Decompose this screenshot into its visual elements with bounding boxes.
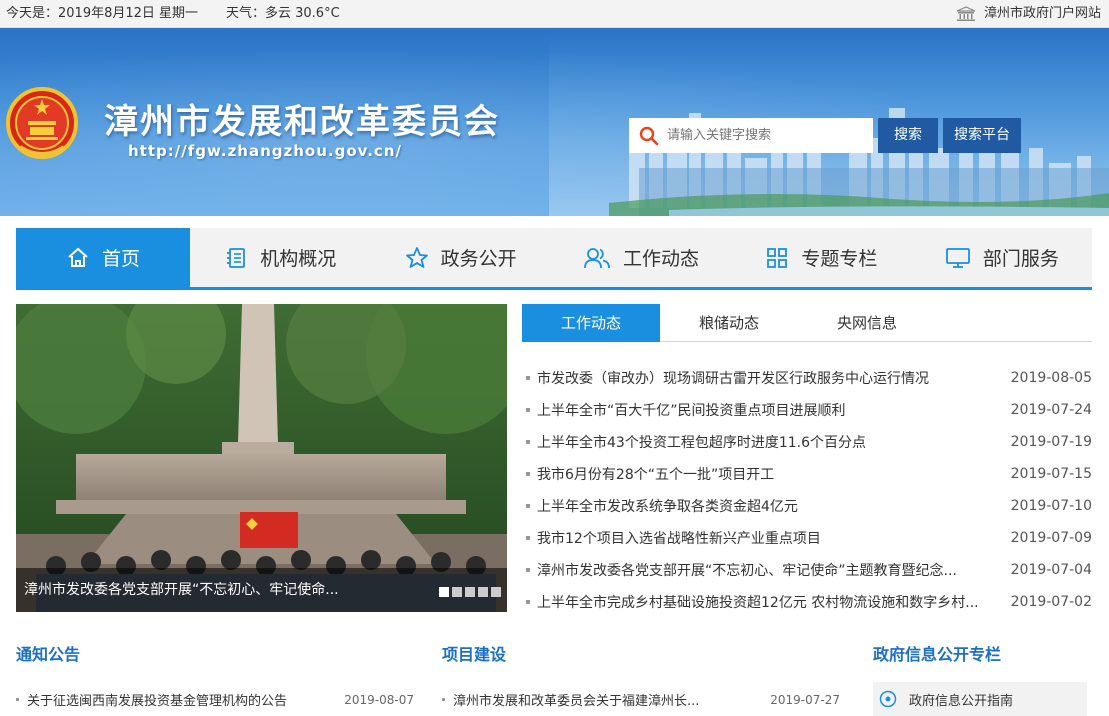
nav-government-affairs[interactable]: 政务公开 [370,228,550,287]
news-title-link[interactable]: 上半年全市发改系统争取各类资金超4亿元 [537,496,987,516]
nav-department-services[interactable]: 部门服务 [912,228,1092,287]
monitor-icon [945,247,970,268]
nav-home[interactable]: 首页 [16,228,190,287]
national-emblem-icon [6,87,78,159]
list-item: 上半年全市43个投资工程包超序时进度11.6个百分点 2019-07-19 [522,426,1092,458]
nav-organization[interactable]: 机构概况 [190,228,370,287]
nav-work-news-label: 工作动态 [623,248,700,270]
main-nav: 首页 机构概况 政务公开 工作动态 专题专栏 部门服务 [16,228,1092,290]
date-text: 今天是：2019年8月12日 星期一 [6,6,199,21]
tab-work-news[interactable]: 工作动态 [522,304,660,342]
news-title-link[interactable]: 我市12个项目入选省战略性新兴产业重点项目 [537,528,987,548]
portal-link[interactable]: 漳州市政府门户网站 [956,0,1101,28]
news-date: 2019-07-24 [1010,402,1092,418]
site-title: 漳州市发展和改革委员会 [104,102,500,142]
news-date: 2019-08-05 [1010,370,1092,386]
tab-grain-news[interactable]: 粮储动态 [660,304,798,342]
news-list: 市发改委（审改办）现场调研古雷开发区行政服务中心运行情况 2019-08-05 上… [522,362,1092,618]
slider-dots [436,587,501,597]
portal-link-label: 漳州市政府门户网站 [983,6,1101,21]
list-item: 市发改委（审改办）现场调研古雷开发区行政服务中心运行情况 2019-08-05 [522,362,1092,394]
home-icon [68,247,88,267]
document-list-icon [227,247,246,268]
nav-department-services-label: 部门服务 [982,248,1059,270]
search-button[interactable]: 搜索 [878,118,938,153]
slider-dot[interactable] [439,587,449,597]
news-title-link[interactable]: 市发改委（审改办）现场调研古雷开发区行政服务中心运行情况 [537,368,987,388]
nav-organization-label: 机构概况 [260,248,337,270]
slider-photo [16,304,507,612]
list-item: 漳州市发展和改革委员会关于福建漳州长... 2019-07-27 [442,690,840,709]
list-item: 关于征选闽西南发展投资基金管理机构的公告 2019-08-07 [16,690,414,709]
compass-icon [879,690,897,708]
search-box [629,118,873,153]
notices-title[interactable]: 通知公告 [16,641,80,665]
news-title-link[interactable]: 漳州市发改委各党支部开展“不忘初心、牢记使命”主题教育暨纪念... [537,560,987,580]
slider-dot[interactable] [452,587,462,597]
tab-central-news[interactable]: 央网信息 [798,304,936,342]
news-tabs: 工作动态 粮储动态 央网信息 [522,304,1092,342]
search-icon [639,126,659,145]
news-title-link[interactable]: 上半年全市“百大千亿”民间投资重点项目进展顺利 [537,400,987,420]
site-url: http://fgw.zhangzhou.gov.cn/ [128,142,402,160]
news-title-link[interactable]: 上半年全市完成乡村基础设施投资超12亿元 农村物流设施和数字乡村... [537,592,987,612]
list-item: 上半年全市发改系统争取各类资金超4亿元 2019-07-10 [522,490,1092,522]
nav-special-topics-label: 专题专栏 [801,248,878,270]
list-item: 上半年全市完成乡村基础设施投资超12亿元 农村物流设施和数字乡村... 2019-… [522,586,1092,618]
news-title-link[interactable]: 我市6月份有28个“五个一批”项目开工 [537,464,987,484]
notice-title-link[interactable]: 关于征选闽西南发展投资基金管理机构的公告 [27,690,287,709]
govinfo-guide-link[interactable]: 政府信息公开指南 [873,682,1087,716]
news-date: 2019-07-09 [1010,530,1092,546]
top-bar: 今天是：2019年8月12日 星期一 天气：多云 30.6°C 漳州市政府门户网… [0,0,1109,28]
search-platform-button[interactable]: 搜索平台 [943,118,1021,153]
project-title-link[interactable]: 漳州市发展和改革委员会关于福建漳州长... [453,690,699,709]
nav-work-news[interactable]: 工作动态 [551,228,731,287]
news-date: 2019-07-15 [1010,466,1092,482]
photo-slider[interactable]: 漳州市发改委各党支部开展“不忘初心、牢记使命... [16,304,507,612]
list-item: 我市12个项目入选省战略性新兴产业重点项目 2019-07-09 [522,522,1092,554]
news-date: 2019-07-02 [1010,594,1092,610]
weather-text: 天气：多云 30.6°C [226,6,340,21]
search-input[interactable] [667,120,862,151]
list-item: 上半年全市“百大千亿”民间投资重点项目进展顺利 2019-07-24 [522,394,1092,426]
list-item: 我市6月份有28个“五个一批”项目开工 2019-07-15 [522,458,1092,490]
govinfo-guide-label: 政府信息公开指南 [909,693,1014,709]
news-title-link[interactable]: 上半年全市43个投资工程包超序时进度11.6个百分点 [537,432,987,452]
notice-date: 2019-08-07 [344,692,414,707]
government-building-icon [956,6,976,21]
grid-icon [767,247,788,268]
star-icon [405,246,428,268]
nav-home-label: 首页 [101,248,140,270]
slider-dot[interactable] [478,587,488,597]
govinfo-title[interactable]: 政府信息公开专栏 [873,641,1001,665]
news-date: 2019-07-10 [1010,498,1092,514]
projects-title[interactable]: 项目建设 [442,641,506,665]
slider-dot[interactable] [465,587,475,597]
news-date: 2019-07-19 [1010,434,1092,450]
project-date: 2019-07-27 [770,692,840,707]
slider-dot[interactable] [491,587,501,597]
slider-caption[interactable]: 漳州市发改委各党支部开展“不忘初心、牢记使命... [16,568,507,612]
nav-government-affairs-label: 政务公开 [440,248,517,270]
list-item: 漳州市发改委各党支部开展“不忘初心、牢记使命”主题教育暨纪念... 2019-07… [522,554,1092,586]
nav-special-topics[interactable]: 专题专栏 [731,228,911,287]
news-date: 2019-07-04 [1010,562,1092,578]
header-banner: 漳州市发展和改革委员会 http://fgw.zhangzhou.gov.cn/… [0,28,1109,216]
users-icon [584,247,610,268]
